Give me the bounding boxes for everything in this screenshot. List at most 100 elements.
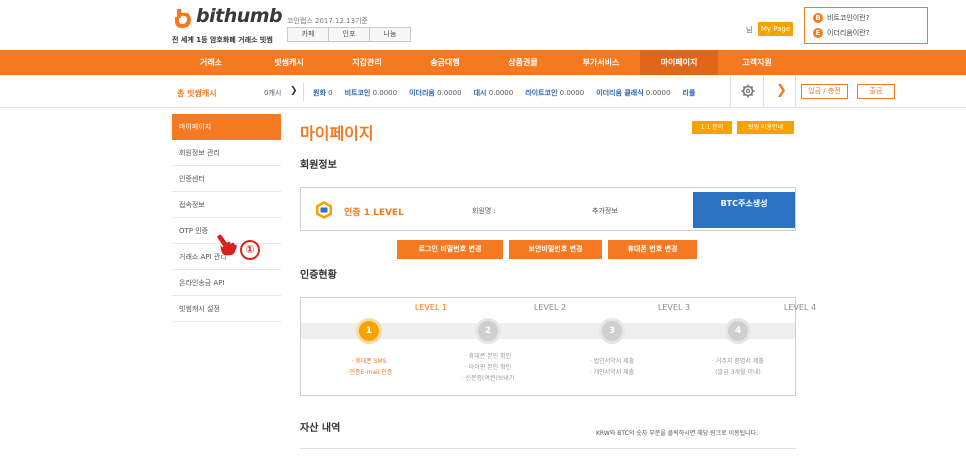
ticker-divider	[303, 83, 304, 101]
asset-section-title: 자산 내역	[300, 423, 341, 434]
level-circle: 3	[599, 318, 625, 344]
pointing-hand-icon	[216, 233, 238, 257]
balance-name: 이더리움 클래식	[596, 89, 644, 97]
inquiry-button[interactable]: 1:1 문의	[692, 121, 732, 134]
withdraw-button[interactable]: 출금	[857, 84, 895, 99]
bithumb-logo-icon	[175, 9, 191, 28]
ethereum-info-label: 이더리움이란?	[827, 29, 870, 37]
balance-item[interactable]: 라이트코인 0.0000	[525, 88, 584, 98]
page: bithumb 전 세계 1등 암호화폐 거래소 빗썸 코인랩스 2017.12…	[0, 0, 966, 457]
balance-item[interactable]: 이더리움 클래식 0.0000	[596, 88, 670, 98]
deposit-button[interactable]: 입금 / 충전	[801, 84, 848, 99]
total-cash-value: 0캐시	[264, 89, 282, 97]
member-info-box: 인증 1 LEVEL 회원명 : 추가정보 BTC주소생성	[300, 187, 796, 231]
auth-levels-box: LEVEL 1 1 · 휴대폰 SMS · 인증E-mail 인증 LEVEL …	[300, 297, 816, 396]
chevron-down-icon[interactable]: ❯	[290, 86, 298, 96]
gear-icon	[741, 84, 755, 98]
auth-level-text: 인증 1 LEVEL	[344, 208, 404, 218]
logo-slogan: 전 세계 1등 암호화폐 거래소 빗썸	[172, 36, 273, 44]
level-label: LEVEL 1	[414, 303, 448, 312]
member-name-label: 회원명 :	[472, 207, 496, 215]
ticker-next-button[interactable]: ❯	[763, 76, 796, 107]
bitcoin-icon: B	[813, 13, 823, 23]
requirement-item: · 인증E-mail 인증	[345, 369, 393, 376]
balance-item[interactable]: 대시 0.0000	[474, 88, 514, 98]
balance-list: 원화 0 비트코인 0.0000 이더리움 0.0000 대시 0.0000 라…	[313, 88, 728, 98]
asset-table	[300, 448, 796, 457]
balance-name: 라이트코인	[525, 89, 558, 97]
balance-value: 0.0000	[488, 89, 514, 97]
level-circle: 1	[356, 318, 382, 344]
mypage-button[interactable]: My Page	[758, 22, 793, 36]
sidebar-item-member-info[interactable]: 회원정보 관리	[172, 140, 281, 166]
nav-bithumb-cash[interactable]: 빗썸캐시	[250, 50, 328, 75]
main-nav: 거래소 빗썸캐시 지갑관리 송금대행 상품권몰 부가서비스 마이페이지 고객지원	[0, 50, 966, 75]
balance-name: 이더리움	[409, 89, 435, 97]
asset-note: KRW와 BTC의 숫자 부분을 클릭하시면 해당 링크로 이동됩니다.	[596, 430, 759, 437]
balance-item[interactable]: 비트코인 0.0000	[345, 88, 398, 98]
level-circle: 4	[725, 318, 751, 344]
level-label: LEVEL 3	[657, 303, 691, 312]
level-requirements: · 휴대폰 본인 확인 · 아이핀 본인 확인 · 신분증(여권)보내기	[426, 351, 550, 384]
level-circle: 2	[475, 318, 501, 344]
requirement-item: · 휴대폰 SMS	[351, 358, 387, 365]
ticker-settings-button[interactable]	[730, 76, 763, 107]
ethereum-info-link[interactable]: E 이더리움이란?	[813, 28, 869, 38]
balance-name: 리플	[682, 89, 696, 97]
sidebar-item-remittance-api[interactable]: 온라인송금 API	[172, 270, 281, 296]
balance-value: 0.0000	[437, 89, 462, 97]
site-header: bithumb 전 세계 1등 암호화폐 거래소 빗썸 코인랩스 2017.12…	[0, 0, 966, 50]
mypage-sidebar: 마이페이지 회원정보 관리 인증센터 접속정보 OTP 인증 거래소 API 관…	[172, 114, 281, 322]
nav-remittance[interactable]: 송금대행	[406, 50, 484, 75]
guide-button[interactable]: 빗썸 이용안내	[737, 121, 794, 134]
balance-name: 대시	[473, 89, 487, 97]
member-section-title: 회원정보	[300, 160, 337, 171]
nav-mypage[interactable]: 마이페이지	[640, 50, 718, 75]
btc-address-label: BTC주소생성	[720, 199, 768, 208]
top-tabs: 카페 인포 나눔	[287, 27, 411, 42]
total-cash-label: 총 빗썸캐시	[177, 89, 217, 98]
balance-value: 0.0000	[559, 89, 585, 97]
nav-gift-shop[interactable]: 상품권몰	[484, 50, 562, 75]
sidebar-item-cash-settings[interactable]: 빗썸캐시 설정	[172, 296, 281, 322]
tab-cafe[interactable]: 카페	[287, 27, 329, 42]
sidebar-item-mypage[interactable]: 마이페이지	[172, 114, 281, 140]
nav-support[interactable]: 고객지원	[718, 50, 796, 75]
user-greeting: 님	[746, 26, 753, 34]
requirement-item: · 휴대폰 본인 확인	[464, 353, 512, 360]
balance-value: 0	[328, 89, 333, 97]
requirement-item: · 개인서약서 제출	[589, 369, 635, 376]
bithumb-logo[interactable]: bithumb 전 세계 1등 암호화폐 거래소 빗썸	[172, 5, 283, 44]
balance-value: 0.0000	[645, 89, 671, 97]
nav-wallet[interactable]: 지갑관리	[328, 50, 406, 75]
coin-date: 코인랩스 2017.12.13기준	[287, 17, 368, 25]
level-requirements: · 휴대폰 SMS · 인증E-mail 인증	[307, 356, 431, 378]
balance-name: 원화	[313, 89, 326, 97]
bitcoin-info-label: 비트코인이란?	[827, 14, 870, 22]
level-badge-icon	[316, 201, 332, 219]
coin-info-box: B 비트코인이란? E 이더리움이란?	[804, 7, 928, 44]
security-password-button[interactable]: 보안비밀번호 변경	[509, 240, 602, 259]
balance-item[interactable]: 원화 0	[313, 88, 333, 98]
nav-extra-services[interactable]: 부가서비스	[562, 50, 640, 75]
level-label: LEVEL 2	[533, 303, 567, 312]
extra-info-label: 추가정보	[592, 207, 618, 215]
page-title: 마이페이지	[300, 124, 374, 143]
sidebar-item-access-info[interactable]: 접속정보	[172, 192, 281, 218]
logo-text: bithumb	[196, 5, 283, 27]
balance-item[interactable]: 이더리움 0.0000	[409, 88, 462, 98]
login-password-button[interactable]: 로그인 비밀번호 변경	[397, 240, 503, 259]
tab-info[interactable]: 인포	[328, 27, 370, 42]
phone-change-button[interactable]: 휴대폰 번호 변경	[608, 240, 697, 259]
requirement-item: · 신분증(여권)보내기	[461, 375, 515, 382]
balance-value: 0.0000	[372, 89, 398, 97]
balance-item[interactable]: 리플	[682, 88, 695, 98]
auth-section-title: 인증현황	[300, 270, 337, 281]
sidebar-item-auth-center[interactable]: 인증센터	[172, 166, 281, 192]
requirement-item: · 거주지 증명서 제출	[712, 358, 764, 365]
tab-share[interactable]: 나눔	[369, 27, 411, 42]
level-requirements: · 거주지 증명서 제출 (발급 3개월 이내)	[676, 356, 800, 378]
bitcoin-info-link[interactable]: B 비트코인이란?	[813, 13, 869, 23]
btc-address-button[interactable]: BTC주소생성	[693, 192, 795, 228]
nav-exchange[interactable]: 거래소	[172, 50, 250, 75]
